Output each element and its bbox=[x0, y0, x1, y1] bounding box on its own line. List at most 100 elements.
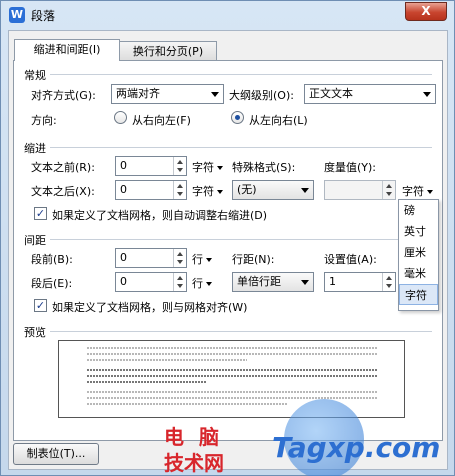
alignment-label: 对齐方式(G): bbox=[31, 89, 96, 102]
window-title: 段落 bbox=[31, 9, 56, 23]
tabs-button[interactable]: 制表位(T)... bbox=[13, 443, 99, 465]
arrow-down-icon bbox=[386, 192, 392, 196]
arrow-down-icon bbox=[177, 168, 183, 172]
unit-option-char[interactable]: 字符 bbox=[399, 284, 438, 305]
general-divider bbox=[50, 74, 432, 75]
indent-after-unit-text: 字符 bbox=[192, 185, 214, 198]
preview-line bbox=[87, 369, 377, 371]
rtl-label[interactable]: 从右向左(F) bbox=[132, 112, 191, 128]
title-bar[interactable]: W 段落 X bbox=[1, 1, 454, 29]
tab-indent-spacing[interactable]: 缩进和间距(I) bbox=[14, 39, 120, 61]
preview-line bbox=[87, 347, 377, 349]
arrow-up-icon bbox=[177, 184, 183, 188]
wps-app-icon: W bbox=[9, 7, 25, 23]
space-before-spinner[interactable]: 0 bbox=[115, 248, 187, 268]
chevron-down-icon bbox=[206, 258, 212, 262]
space-before-unit[interactable]: 行 bbox=[192, 251, 212, 267]
chevron-down-icon bbox=[206, 282, 212, 286]
space-after-value: 0 bbox=[120, 275, 127, 288]
chevron-down-icon bbox=[423, 92, 431, 97]
indent-before-unit[interactable]: 字符 bbox=[192, 159, 223, 175]
arrow-up-icon bbox=[386, 184, 392, 188]
indent-grid-label[interactable]: 如果定义了文档网格，则自动调整右缩进(D) bbox=[52, 207, 267, 223]
special-format-select[interactable]: (无) bbox=[232, 180, 314, 200]
arrow-up-icon bbox=[177, 252, 183, 256]
watermark: 电 脑 技术网 Tagxp.com bbox=[164, 399, 455, 476]
rtl-radio[interactable] bbox=[114, 111, 127, 124]
arrow-up-icon bbox=[177, 276, 183, 280]
preview-line bbox=[87, 397, 377, 399]
space-before-label: 段前(B): bbox=[31, 253, 73, 266]
arrow-up-icon bbox=[386, 276, 392, 280]
indent-before-unit-text: 字符 bbox=[192, 161, 214, 174]
chevron-down-icon bbox=[217, 166, 223, 170]
spacing-divider bbox=[50, 239, 400, 240]
space-before-value: 0 bbox=[120, 251, 127, 264]
watermark-cn-top: 电 脑 bbox=[164, 425, 223, 449]
spacing-heading: 间距 bbox=[24, 234, 46, 247]
indent-before-value: 0 bbox=[120, 159, 127, 172]
line-spacing-value: 单倍行距 bbox=[237, 275, 281, 288]
indent-grid-checkbox[interactable]: ✓ bbox=[34, 207, 47, 220]
space-after-label: 段后(E): bbox=[31, 277, 73, 290]
line-spacing-select[interactable]: 单倍行距 bbox=[232, 272, 314, 292]
indent-after-unit[interactable]: 字符 bbox=[192, 183, 223, 199]
indent-before-label: 文本之前(R): bbox=[31, 161, 95, 174]
arrow-up-icon bbox=[177, 160, 183, 164]
spinner-buttons[interactable] bbox=[173, 157, 186, 175]
spinner-buttons[interactable] bbox=[173, 181, 186, 199]
measure-label: 度量值(Y): bbox=[324, 161, 377, 174]
space-before-unit-text: 行 bbox=[192, 253, 203, 266]
arrow-down-icon bbox=[386, 284, 392, 288]
indent-after-value: 0 bbox=[120, 183, 127, 196]
arrow-down-icon bbox=[177, 284, 183, 288]
spinner-buttons[interactable] bbox=[173, 249, 186, 267]
spacing-grid-checkbox[interactable]: ✓ bbox=[34, 299, 47, 312]
indent-heading: 缩进 bbox=[24, 142, 46, 155]
line-spacing-label: 行距(N): bbox=[232, 253, 275, 266]
arrow-down-icon bbox=[177, 192, 183, 196]
general-heading: 常规 bbox=[24, 69, 46, 82]
unit-option-mm[interactable]: 毫米 bbox=[399, 263, 438, 284]
watermark-cn-bottom: 技术网 bbox=[164, 451, 224, 475]
preview-line bbox=[87, 403, 287, 405]
measure-unit-text: 字符 bbox=[402, 185, 424, 198]
preview-line bbox=[87, 381, 207, 383]
space-after-spinner[interactable]: 0 bbox=[115, 272, 187, 292]
space-after-unit[interactable]: 行 bbox=[192, 275, 212, 291]
spacing-grid-label[interactable]: 如果定义了文档网格，则与网格对齐(W) bbox=[52, 299, 247, 315]
special-format-label: 特殊格式(S): bbox=[232, 161, 296, 174]
chevron-down-icon bbox=[217, 190, 223, 194]
indent-before-spinner[interactable]: 0 bbox=[115, 156, 187, 176]
indent-after-spinner[interactable]: 0 bbox=[115, 180, 187, 200]
outline-level-select[interactable]: 正文文本 bbox=[304, 84, 436, 104]
unit-option-inch[interactable]: 英寸 bbox=[399, 221, 438, 242]
alignment-select[interactable]: 两端对齐 bbox=[111, 84, 224, 104]
preview-divider bbox=[50, 331, 432, 332]
ltr-radio[interactable] bbox=[231, 111, 244, 124]
set-value-spinner[interactable]: 1 bbox=[324, 272, 396, 292]
preview-heading: 预览 bbox=[24, 326, 46, 339]
indent-divider bbox=[50, 147, 432, 148]
spinner-buttons[interactable] bbox=[173, 273, 186, 291]
spinner-buttons[interactable] bbox=[382, 273, 395, 291]
spinner-buttons[interactable] bbox=[382, 181, 395, 199]
ltr-label[interactable]: 从左向右(L) bbox=[249, 112, 308, 128]
paragraph-preview bbox=[58, 340, 405, 418]
close-button[interactable]: X bbox=[405, 2, 447, 21]
unit-option-pt[interactable]: 磅 bbox=[399, 200, 438, 221]
unit-option-cm[interactable]: 厘米 bbox=[399, 242, 438, 263]
set-value-label: 设置值(A): bbox=[324, 253, 377, 266]
outline-level-label: 大纲级别(O): bbox=[229, 89, 294, 102]
outline-level-value: 正文文本 bbox=[309, 87, 353, 100]
unit-dropdown-list: 磅 英寸 厘米 毫米 字符 bbox=[398, 199, 439, 311]
alignment-value: 两端对齐 bbox=[116, 87, 160, 100]
chevron-down-icon bbox=[301, 188, 309, 193]
chevron-down-icon bbox=[211, 92, 219, 97]
preview-line bbox=[87, 375, 377, 377]
preview-line bbox=[87, 391, 377, 393]
arrow-down-icon bbox=[177, 260, 183, 264]
measure-spinner[interactable] bbox=[324, 180, 396, 200]
measure-unit[interactable]: 字符 bbox=[402, 183, 433, 199]
tab-line-page-breaks[interactable]: 换行和分页(P) bbox=[119, 41, 217, 61]
